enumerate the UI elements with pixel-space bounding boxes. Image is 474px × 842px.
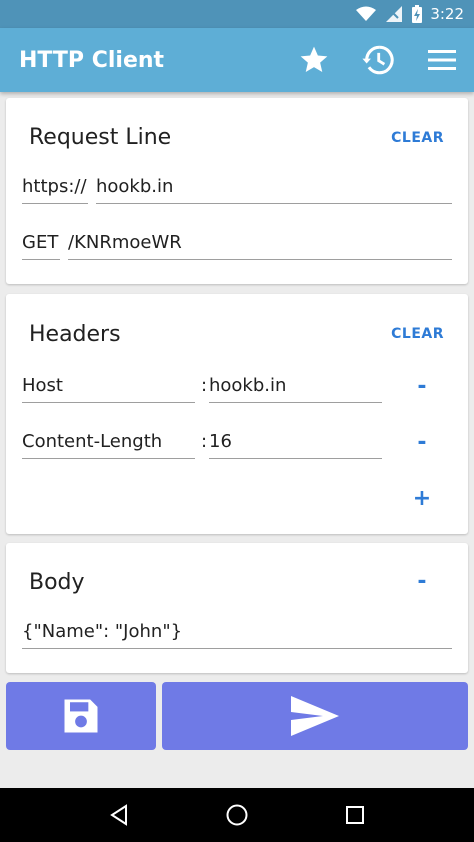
- back-button[interactable]: [89, 788, 149, 842]
- header-value-field[interactable]: 16: [209, 429, 382, 459]
- header-name-field[interactable]: Content-Length: [22, 429, 195, 459]
- remove-header-button[interactable]: -: [407, 430, 437, 455]
- back-icon: [110, 804, 127, 826]
- history-icon: [362, 45, 394, 75]
- body-field[interactable]: {"Name": "John"}: [22, 619, 452, 649]
- status-time: 3:22: [430, 5, 464, 23]
- request-line-card: Request Line CLEAR https:// hookb.in GET…: [6, 98, 468, 284]
- menu-icon: [428, 50, 456, 70]
- battery-icon: [412, 5, 423, 23]
- recents-icon: [346, 806, 364, 824]
- add-header-button[interactable]: +: [407, 486, 437, 511]
- header-value-field[interactable]: hookb.in: [209, 373, 382, 403]
- header-separator: :: [201, 375, 208, 396]
- home-icon: [226, 804, 248, 826]
- path-field[interactable]: /KNRmoeWR: [68, 230, 452, 260]
- send-icon: [291, 696, 339, 736]
- menu-button[interactable]: [410, 28, 474, 92]
- app-title: HTTP Client: [19, 47, 165, 73]
- host-field[interactable]: hookb.in: [96, 174, 452, 204]
- history-button[interactable]: [346, 28, 410, 92]
- star-icon: [300, 46, 328, 72]
- favorites-button[interactable]: [282, 28, 346, 92]
- headers-card: Headers CLEAR Host : hookb.in - Content-…: [6, 294, 468, 534]
- body-card: Body - {"Name": "John"}: [6, 543, 468, 673]
- body-toggle-button[interactable]: -: [407, 569, 437, 594]
- method-field[interactable]: GET: [22, 230, 60, 260]
- body-title: Body: [29, 570, 85, 595]
- signal-icon: [386, 6, 403, 22]
- request-line-title: Request Line: [29, 125, 172, 150]
- headers-title: Headers: [29, 322, 121, 347]
- request-line-clear-button[interactable]: CLEAR: [391, 130, 444, 146]
- app-bar: HTTP Client: [0, 28, 474, 92]
- headers-clear-button[interactable]: CLEAR: [391, 326, 444, 342]
- scheme-field[interactable]: https://: [22, 174, 88, 204]
- remove-header-button[interactable]: -: [407, 374, 437, 399]
- recents-button[interactable]: [325, 788, 385, 842]
- header-name-field[interactable]: Host: [22, 373, 195, 403]
- header-separator: :: [201, 431, 208, 452]
- send-button[interactable]: [162, 682, 468, 750]
- home-button[interactable]: [207, 788, 267, 842]
- save-icon: [64, 699, 98, 733]
- status-bar: 3:22: [0, 0, 474, 28]
- app-actions: [282, 28, 474, 92]
- wifi-icon: [356, 6, 377, 22]
- save-button[interactable]: [6, 682, 156, 750]
- navigation-bar: [0, 788, 474, 842]
